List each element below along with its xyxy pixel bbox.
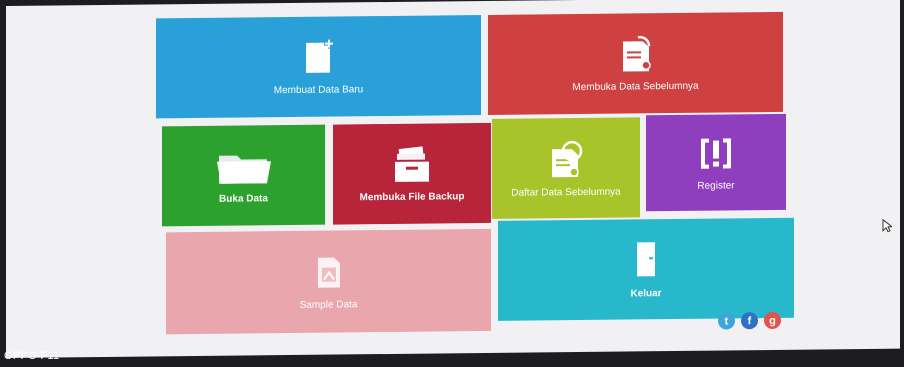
register-tile[interactable]: Register xyxy=(646,113,786,212)
sample-document-icon xyxy=(317,257,340,288)
open-data-tile[interactable]: Buka Data xyxy=(162,124,325,227)
facebook-icon[interactable]: f xyxy=(741,312,758,330)
document-history-icon xyxy=(552,140,583,177)
mouse-cursor-icon xyxy=(882,218,892,233)
backup-box-icon xyxy=(395,145,429,182)
twitter-icon[interactable]: t xyxy=(718,312,735,330)
exit-tile[interactable]: Keluar xyxy=(498,217,794,321)
open-backup-label: Membuka File Backup xyxy=(359,190,465,203)
open-data-label: Buka Data xyxy=(219,192,268,205)
new-data-tile[interactable]: Membuat Data Baru xyxy=(156,15,481,119)
folder-icon xyxy=(216,155,271,184)
open-previous-label: Membuka Data Sebelumnya xyxy=(572,80,699,93)
google-plus-icon[interactable]: g xyxy=(764,311,781,330)
exit-label: Keluar xyxy=(630,287,662,299)
open-backup-tile[interactable]: Membuka File Backup xyxy=(333,122,491,225)
new-document-icon xyxy=(305,38,334,73)
previous-list-label: Daftar Data Sebelumnya xyxy=(511,186,621,199)
sample-data-tile[interactable]: Sample Data xyxy=(166,228,491,335)
register-alert-icon xyxy=(701,137,731,169)
register-label: Register xyxy=(697,179,735,192)
social-links: t f g xyxy=(718,311,781,330)
new-data-label: Membuat Data Baru xyxy=(273,83,364,96)
exit-door-icon xyxy=(637,241,655,276)
camera-watermark: OPPO F11 xyxy=(4,350,60,362)
app-screen: Membuat Data Baru Membuka Data Sebelumny… xyxy=(6,0,900,358)
open-previous-tile[interactable]: Membuka Data Sebelumnya xyxy=(488,11,783,115)
previous-list-tile[interactable]: Daftar Data Sebelumnya xyxy=(492,117,640,219)
sample-data-label: Sample Data xyxy=(299,298,358,311)
open-document-icon xyxy=(622,35,651,72)
